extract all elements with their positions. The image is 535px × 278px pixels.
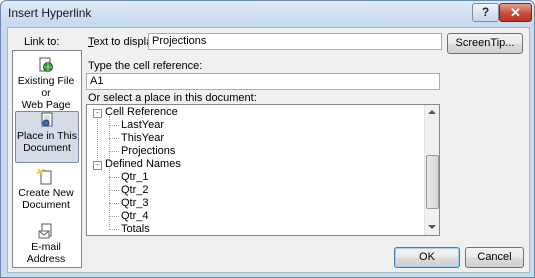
tree-connector — [109, 190, 119, 191]
collapse-icon[interactable]: - — [93, 161, 102, 170]
link-existing-file-label-1: Existing File or — [17, 75, 75, 99]
screentip-button[interactable]: ScreenTip... — [447, 33, 523, 54]
link-place-in-this-document[interactable]: Place in This Document — [15, 111, 79, 163]
link-existing-file-label-2: Web Page — [21, 99, 71, 111]
link-place-label-1: Place in This — [17, 130, 77, 142]
close-button[interactable]: ✕ — [499, 3, 532, 22]
tree-item-lastyear[interactable]: LastYear — [121, 119, 164, 132]
tree-connector — [109, 177, 119, 178]
link-place-label-2: Document — [23, 142, 71, 154]
document-place-icon — [41, 112, 53, 127]
dialog-body: Link to: Existing File or Web Page Place… — [7, 27, 530, 273]
tree-item-qtr-3[interactable]: Qtr_3 — [121, 197, 149, 210]
text-to-display-input[interactable]: Projections — [148, 33, 442, 50]
ok-button[interactable]: OK — [394, 247, 460, 268]
email-icon — [38, 223, 52, 239]
tree-node-defined-names[interactable]: Defined Names — [105, 158, 181, 171]
title-bar: Insert Hyperlink ? ✕ — [1, 1, 534, 25]
tree-connector — [109, 125, 119, 126]
tree-connector — [109, 203, 119, 204]
tree-item-qtr-4[interactable]: Qtr_4 — [121, 210, 149, 223]
cell-reference-label: Type the cell reference: — [88, 60, 203, 72]
globe-file-icon — [39, 57, 53, 72]
tree-connector — [109, 138, 119, 139]
tree-item-qtr-2[interactable]: Qtr_2 — [121, 184, 149, 197]
link-create-new-label-1: Create New — [18, 187, 74, 199]
tree-connector — [109, 216, 119, 217]
scroll-thumb[interactable] — [426, 155, 439, 209]
scroll-down-icon[interactable] — [428, 225, 436, 229]
tree-connector — [109, 116, 110, 162]
link-to-panel: Existing File or Web Page Place in This … — [12, 50, 82, 268]
link-existing-file-or-web-page[interactable]: Existing File or Web Page — [15, 57, 77, 111]
link-to-label: Link to: — [24, 36, 60, 48]
select-place-label: Or select a place in this document: — [88, 92, 257, 104]
insert-hyperlink-dialog: Insert Hyperlink ? ✕ Link to: Existing F… — [0, 0, 535, 278]
link-email-address[interactable]: E-mail Address — [15, 223, 77, 273]
link-create-new-document[interactable]: Create New Document — [15, 169, 77, 219]
tree-connector — [109, 151, 119, 152]
new-document-icon — [37, 169, 52, 185]
tree-item-qtr-1[interactable]: Qtr_1 — [121, 171, 149, 184]
vertical-scrollbar[interactable] — [424, 105, 439, 235]
dialog-title: Insert Hyperlink — [8, 6, 92, 20]
help-button[interactable]: ? — [472, 3, 499, 22]
place-tree[interactable]: - Cell Reference LastYear ThisYear Proje… — [86, 104, 440, 236]
link-email-label: E-mail Address — [26, 241, 66, 265]
tree-connector — [109, 229, 119, 230]
cell-reference-input[interactable]: A1 — [86, 73, 440, 90]
collapse-icon[interactable]: - — [93, 109, 102, 118]
link-create-new-label-2: Document — [22, 199, 70, 211]
cancel-button[interactable]: Cancel — [465, 247, 524, 268]
tree-item-thisyear[interactable]: ThisYear — [121, 132, 164, 145]
tree-item-projections[interactable]: Projections — [121, 145, 175, 158]
tree-item-totals[interactable]: Totals — [121, 223, 150, 235]
scroll-up-icon[interactable] — [428, 110, 436, 114]
tree-node-cell-reference[interactable]: Cell Reference — [105, 106, 178, 119]
